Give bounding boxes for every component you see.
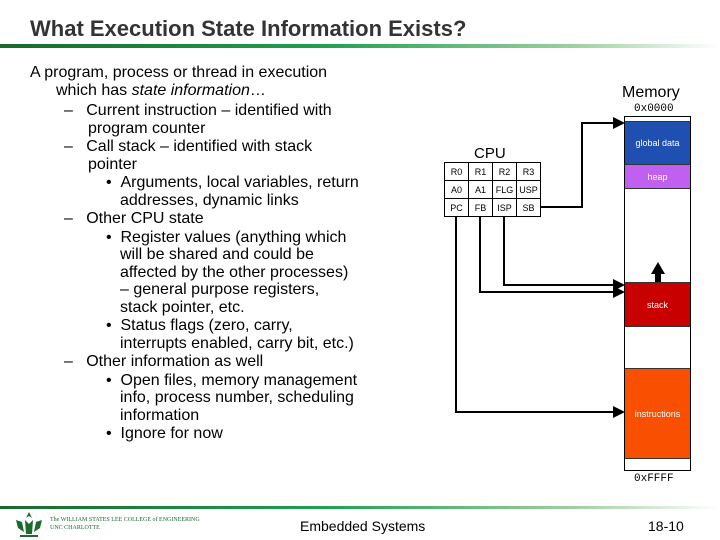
footer-course: Embedded Systems bbox=[300, 518, 426, 534]
footer-divider bbox=[0, 506, 720, 509]
college-logo: The WILLIAM STATES LEE COLLEGE of ENGINE… bbox=[12, 510, 200, 538]
stack-growth-arrow-icon bbox=[651, 262, 665, 282]
isp-arrow bbox=[503, 216, 625, 291]
pointer-arrows bbox=[455, 117, 665, 418]
page-number: 18-10 bbox=[648, 518, 684, 534]
sb-arrow bbox=[540, 117, 625, 208]
pc-arrow bbox=[455, 216, 625, 418]
fb-arrow bbox=[479, 216, 625, 298]
crown-logo-icon bbox=[16, 512, 42, 537]
